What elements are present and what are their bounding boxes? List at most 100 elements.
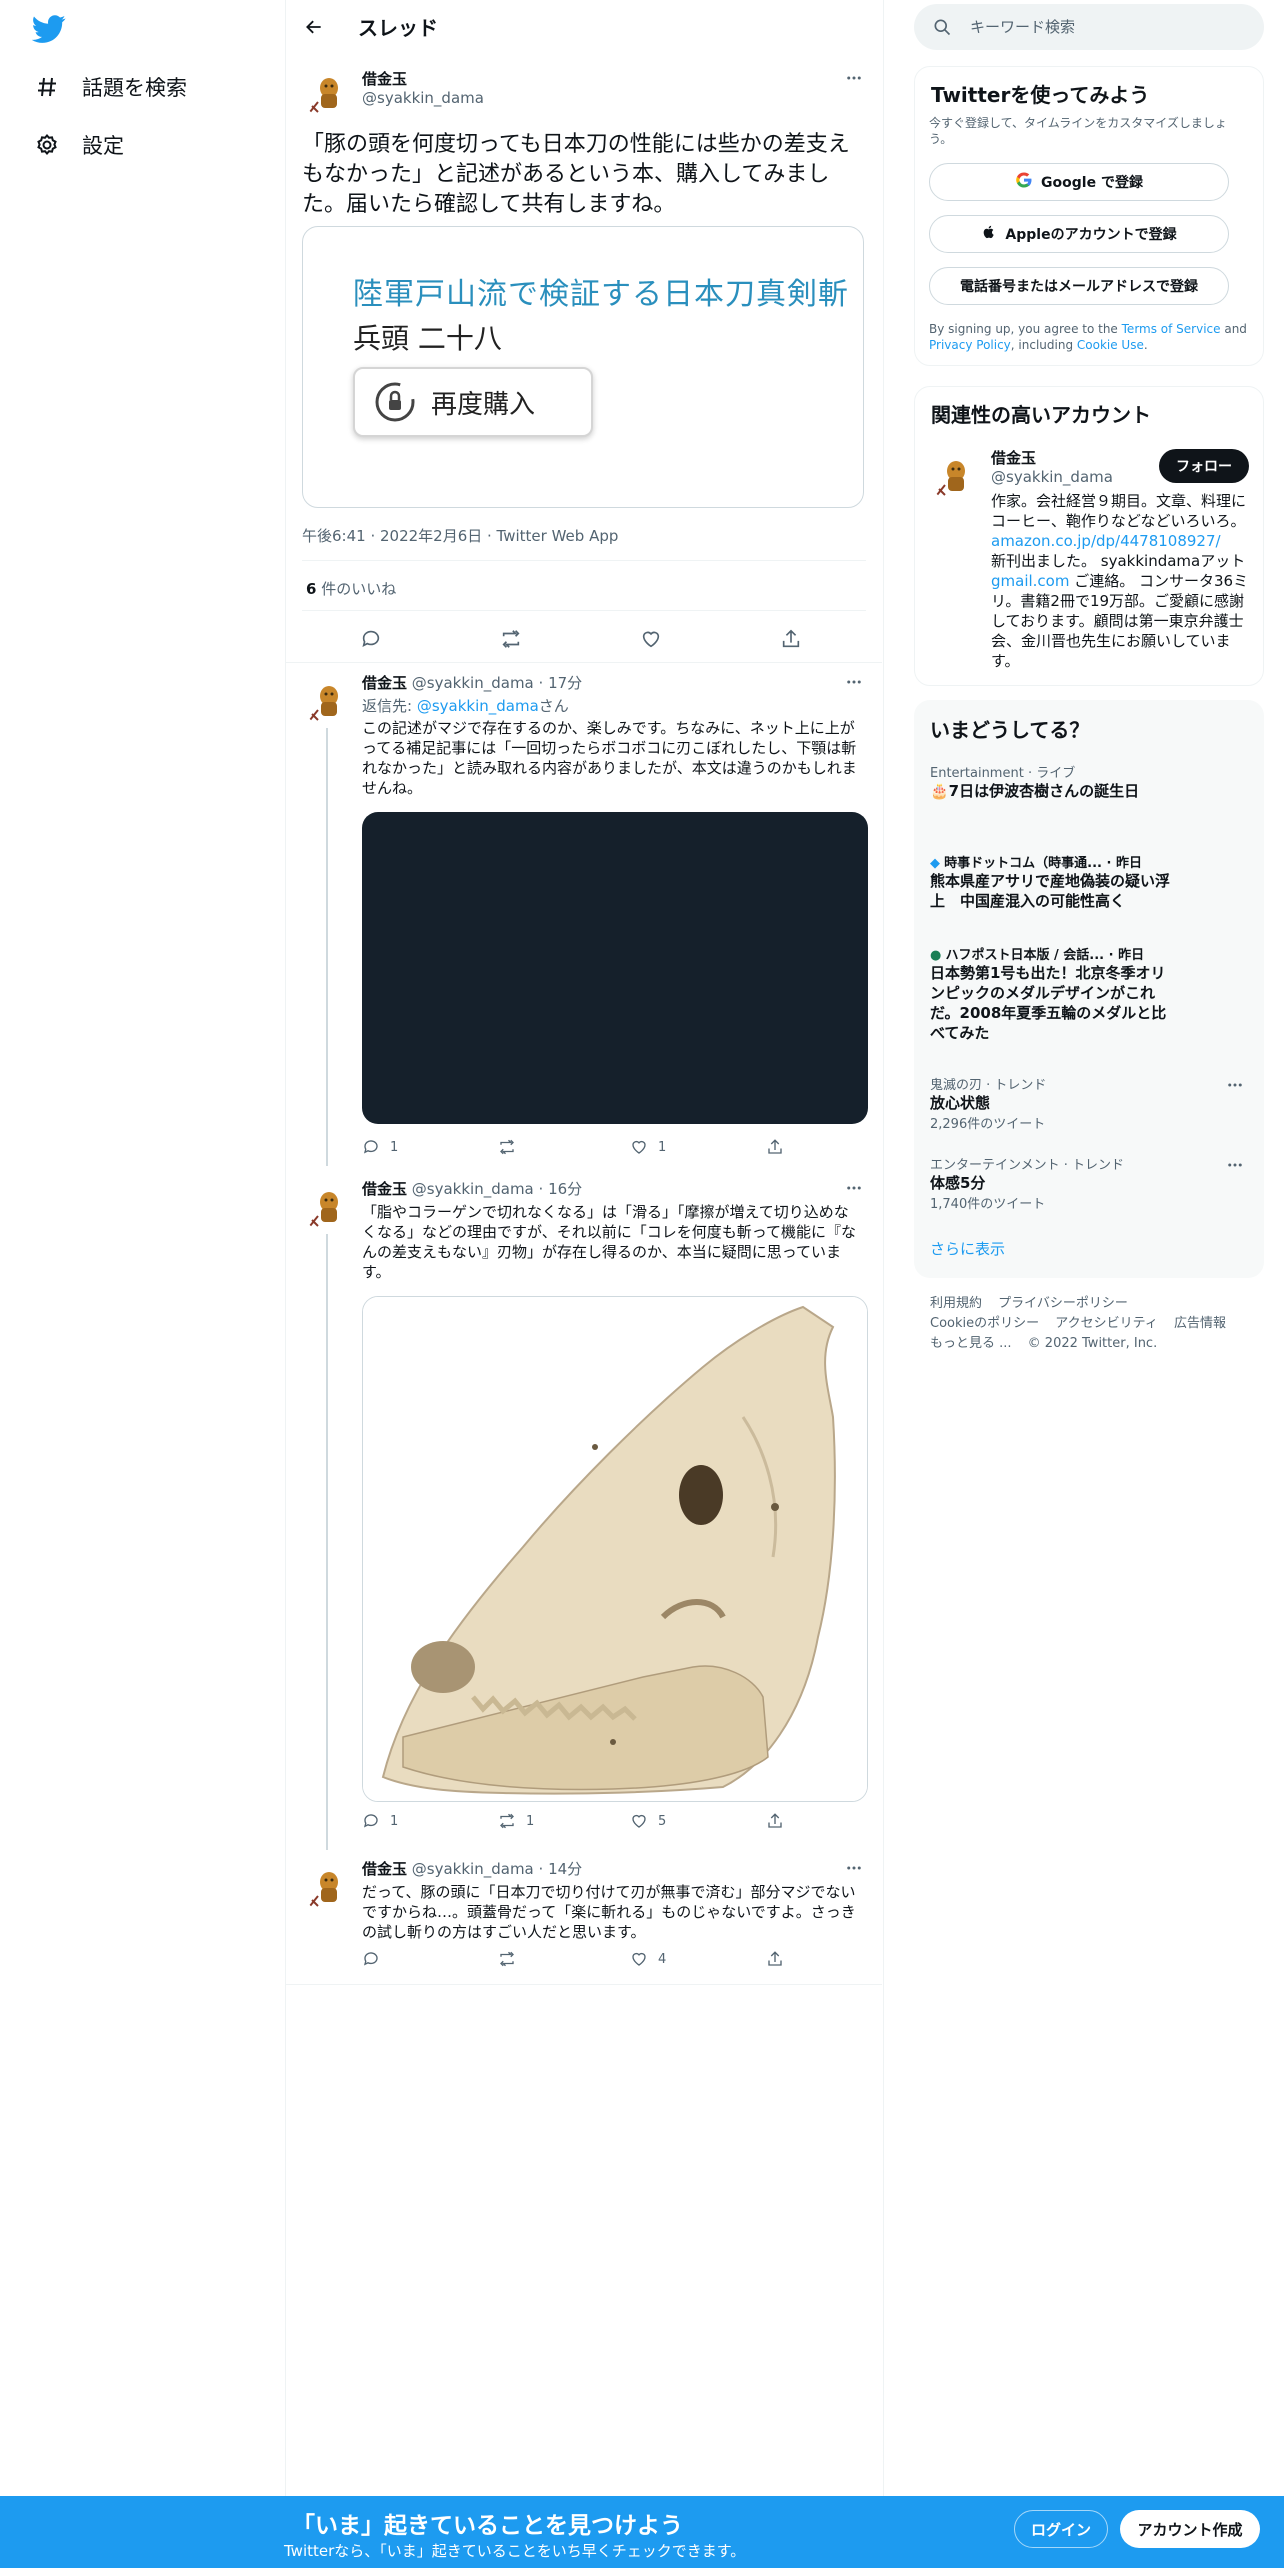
share-icon[interactable] xyxy=(778,626,804,652)
bio-amazon-link[interactable]: amazon.co.jp/dp/4478108927/ xyxy=(991,532,1221,550)
trend-category: ◆ 時事ドットコム（時事通... · 昨日 xyxy=(930,856,1142,871)
author-name[interactable]: 借金玉 xyxy=(362,1860,407,1878)
trend-item[interactable]: ● ハフポスト日本版 / 会話... · 昨日 日本勢第1号も出た！北京冬季オリ… xyxy=(930,944,1170,1043)
reply-text: この記述がマジで存在するのか、楽しみです。ちなみに、ネット上に上がってる補足記事… xyxy=(362,719,857,797)
footer-link-ads[interactable]: 広告情報 xyxy=(1174,1316,1226,1331)
thread-line xyxy=(326,1234,328,1850)
twitter-logo-icon[interactable] xyxy=(31,12,66,46)
nav-explore[interactable]: 話題を検索 xyxy=(34,72,187,102)
footer-link-more[interactable]: もっと見る ... xyxy=(930,1336,1012,1351)
more-options-icon[interactable] xyxy=(1224,1074,1246,1096)
reply-button[interactable]: 1 xyxy=(362,1812,398,1830)
share-button[interactable] xyxy=(766,1138,784,1156)
trends-title: いまどうしてる？ xyxy=(930,718,1090,742)
like-button[interactable]: 4 xyxy=(630,1950,666,1968)
footer-link-terms[interactable]: 利用規約 xyxy=(930,1296,982,1311)
reply-header: 借金玉 @syakkin_dama · 14分 xyxy=(362,1858,582,1879)
login-button[interactable]: ログイン xyxy=(1014,2510,1108,2548)
cookie-link[interactable]: Cookie Use xyxy=(1077,338,1144,352)
more-options-icon[interactable] xyxy=(842,670,866,694)
like-count: 1 xyxy=(658,1139,667,1155)
retweet-button[interactable]: 1 xyxy=(498,1812,534,1830)
phone-email-signup-button[interactable]: 電話番号またはメールアドレスで登録 xyxy=(929,267,1229,305)
divider xyxy=(286,1984,882,1985)
more-options-icon[interactable] xyxy=(842,1856,866,1880)
privacy-link[interactable]: Privacy Policy xyxy=(929,338,1011,352)
pig-skull-image[interactable] xyxy=(362,1296,868,1802)
author-name[interactable]: 借金玉 xyxy=(362,674,407,692)
retweet-icon xyxy=(500,1139,514,1155)
like-button[interactable]: 1 xyxy=(630,1138,666,1156)
trend-item[interactable]: エンターテインメント · トレンド 体感5分 1,740件のツイート xyxy=(930,1154,1250,1212)
reply-icon[interactable] xyxy=(358,626,384,652)
share-button[interactable] xyxy=(766,1812,784,1830)
author-name[interactable]: 借金玉 xyxy=(362,1180,407,1198)
reply-tweet[interactable]: 借金玉 @syakkin_dama · 14分 だって、豚の頭に「日本刀で切り付… xyxy=(286,1850,882,1984)
bio-gmail-link[interactable]: gmail.com xyxy=(991,572,1069,590)
follow-button[interactable]: フォロー xyxy=(1159,449,1249,483)
trend-category: エンターテインメント · トレンド xyxy=(930,1158,1125,1173)
more-options-icon[interactable] xyxy=(842,66,866,90)
like-icon[interactable] xyxy=(638,626,664,652)
reply-time[interactable]: · 16分 xyxy=(539,1180,583,1198)
back-arrow-icon[interactable] xyxy=(300,13,328,41)
author-handle: @syakkin_dama xyxy=(362,89,484,107)
column-divider-right xyxy=(883,0,884,2568)
retweet-button[interactable] xyxy=(498,1138,526,1156)
tweet-timestamp[interactable]: 午後6:41 · 2022年2月6日 · Twitter Web App xyxy=(302,525,618,546)
gear-icon xyxy=(34,132,60,158)
footer-link-accessibility[interactable]: アクセシビリティ xyxy=(1055,1316,1158,1331)
trend-item[interactable]: 鬼滅の刃 · トレンド 放心状態 2,296件のツイート xyxy=(930,1074,1250,1132)
avatar[interactable] xyxy=(302,1862,352,1912)
like-icon xyxy=(632,1952,646,1966)
related-account-info[interactable]: 借金玉 @syakkin_dama xyxy=(991,447,1113,486)
reply-button[interactable]: 1 xyxy=(362,1138,398,1156)
footer-link-privacy[interactable]: プライバシーポリシー xyxy=(998,1296,1128,1311)
reply-text: 「脂やコラーゲンで切れなくなる」は「滑る」「摩擦が増えて切り込めなくなる」などの… xyxy=(362,1203,856,1281)
create-account-button[interactable]: アカウント作成 xyxy=(1120,2510,1260,2548)
reply-button[interactable] xyxy=(362,1950,390,1968)
reply-media[interactable] xyxy=(362,812,868,1124)
likes-count[interactable]: 6 件のいいね xyxy=(306,578,396,599)
trend-item[interactable]: Entertainment · ライブ 🎂7日は伊波杏樹さんの誕生日 xyxy=(930,762,1250,801)
share-button[interactable] xyxy=(766,1950,784,1968)
like-button[interactable]: 5 xyxy=(630,1812,666,1830)
signup-panel: Twitterを使ってみよう 今すぐ登録して、タイムラインをカスタマイズしましょ… xyxy=(914,66,1264,366)
tweet-image-card[interactable]: 陸軍戸山流で検証する日本刀真剣斬 兵頭 二十八 再度購入 xyxy=(302,226,864,508)
google-signup-button[interactable]: Google で登録 xyxy=(929,163,1229,201)
author-info[interactable]: 借金玉 @syakkin_dama xyxy=(362,68,484,107)
reply-time[interactable]: · 17分 xyxy=(539,674,583,692)
author-handle[interactable]: @syakkin_dama xyxy=(412,674,534,692)
show-more-link[interactable]: さらに表示 xyxy=(930,1238,1005,1259)
retweet-icon xyxy=(500,1951,514,1967)
reply-to-link[interactable]: @syakkin_dama xyxy=(417,697,539,715)
footer-link-cookie[interactable]: Cookieのポリシー xyxy=(930,1316,1039,1331)
avatar[interactable] xyxy=(302,1182,352,1232)
more-options-icon[interactable] xyxy=(1224,1154,1246,1176)
share-icon xyxy=(768,1813,782,1828)
author-handle[interactable]: @syakkin_dama xyxy=(412,1860,534,1878)
trend-count: 2,296件のツイート xyxy=(930,1117,1046,1132)
avatar[interactable] xyxy=(929,451,979,501)
retweet-button[interactable] xyxy=(498,1950,526,1968)
search-input[interactable] xyxy=(970,18,1230,36)
more-options-icon[interactable] xyxy=(842,1176,866,1200)
avatar[interactable] xyxy=(302,676,352,726)
trend-item[interactable]: ◆ 時事ドットコム（時事通... · 昨日 熊本県産アサリで産地偽装の疑い浮上 … xyxy=(930,852,1170,911)
search-bar[interactable] xyxy=(914,4,1264,50)
reply-tweet[interactable]: 借金玉 @syakkin_dama · 17分 返信先: @syakkin_da… xyxy=(286,664,882,1166)
related-handle: @syakkin_dama xyxy=(991,468,1113,486)
avatar[interactable] xyxy=(302,68,352,118)
card-book-title: 陸軍戸山流で検証する日本刀真剣斬 xyxy=(353,277,849,312)
author-handle[interactable]: @syakkin_dama xyxy=(412,1180,534,1198)
related-bio: 作家。会社経営９期目。文章、料理にコーヒー、鞄作りなどなどいろいろ。amazon… xyxy=(991,492,1249,670)
retweet-icon[interactable] xyxy=(498,626,524,652)
nav-settings[interactable]: 設定 xyxy=(34,130,124,160)
terms-link[interactable]: Terms of Service xyxy=(1122,322,1221,336)
reply-tweet[interactable]: 借金玉 @syakkin_dama · 16分 「脂やコラーゲンで切れなくなる」… xyxy=(286,1170,882,1850)
trend-title: 🎂7日は伊波杏樹さんの誕生日 xyxy=(930,782,1140,800)
reply-time[interactable]: · 14分 xyxy=(539,1860,583,1878)
apple-signup-button[interactable]: Appleのアカウントで登録 xyxy=(929,215,1229,253)
signup-title: Twitterを使ってみよう xyxy=(931,83,1150,107)
trend-title: 熊本県産アサリで産地偽装の疑い浮上 中国産混入の可能性高く xyxy=(930,872,1171,910)
